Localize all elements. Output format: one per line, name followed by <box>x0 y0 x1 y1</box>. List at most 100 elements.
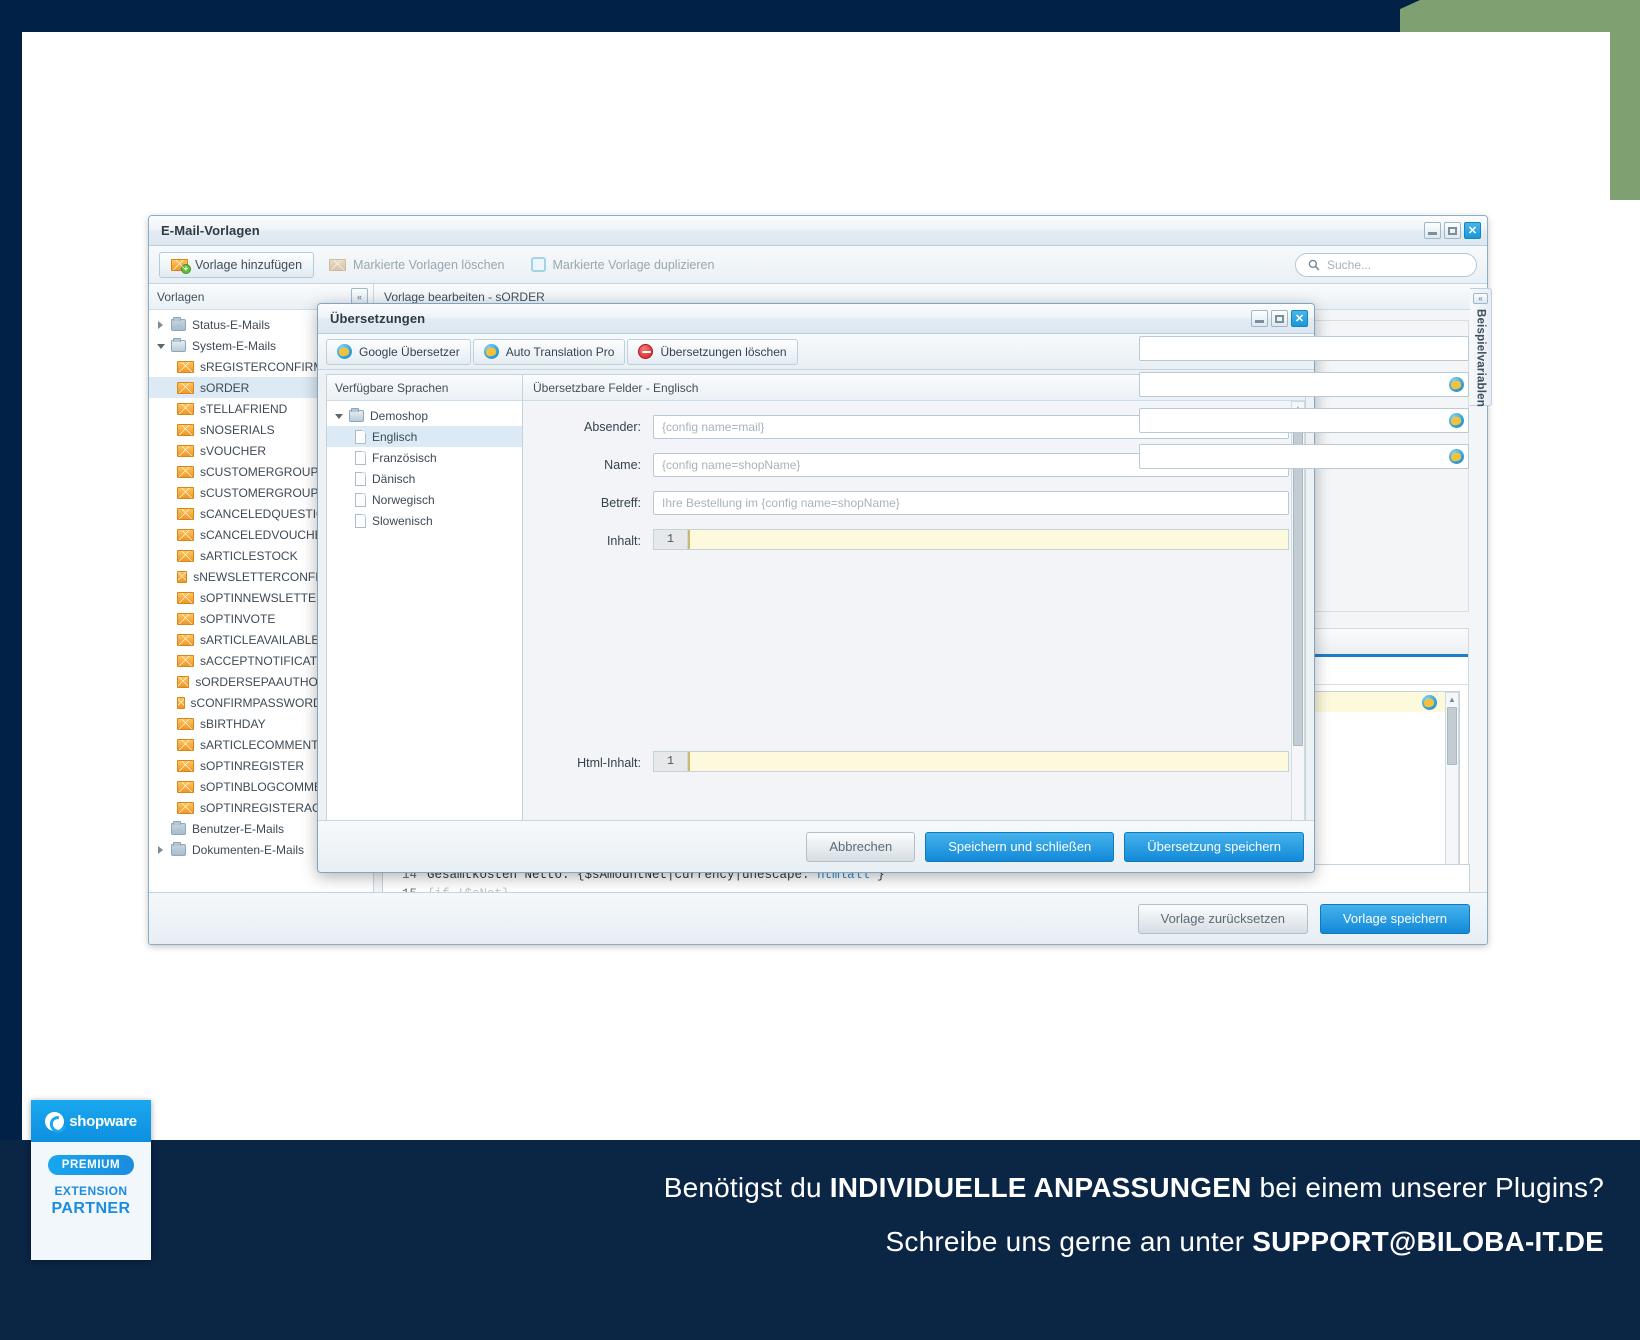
main-window-footer: Vorlage zurücksetzen Vorlage speichern <box>149 892 1487 944</box>
globe-icon <box>337 344 352 359</box>
editor-active-line <box>688 752 1288 771</box>
example-variables-label: Beispielvariablen <box>1474 309 1487 407</box>
shopware-partner-badge: shopware PREMIUM EXTENSION PARTNER <box>31 1100 151 1260</box>
field-row: Betreff: Ihre Bestellung im {config name=… <box>523 491 1289 515</box>
example-variables-tab[interactable]: « Beispielvariablen <box>1470 288 1492 407</box>
chevron-right-icon[interactable] <box>157 320 165 329</box>
mail-icon <box>177 591 194 604</box>
editor-text-area[interactable] <box>688 752 1288 771</box>
field-input[interactable]: Ihre Bestellung im {config name=shopName… <box>653 491 1289 515</box>
language-item[interactable]: Norwegisch <box>327 489 522 510</box>
close-icon[interactable]: ✕ <box>1464 222 1481 239</box>
mail-icon <box>177 717 194 730</box>
tree-item-label: sCANCELEDVOUCHER <box>200 527 332 542</box>
mail-icon <box>177 507 194 520</box>
mail-icon <box>177 423 194 436</box>
detail-field-translatable[interactable] <box>1139 372 1469 397</box>
mail-icon <box>177 402 194 415</box>
folder-open-icon <box>171 337 186 352</box>
banner-line1-post: bei einem unserer Plugins? <box>1251 1172 1604 1203</box>
banner-white-strip <box>22 1132 1610 1140</box>
detail-field-translatable[interactable] <box>1139 408 1469 433</box>
search-input[interactable]: Suche... <box>1295 252 1477 277</box>
mail-icon <box>177 612 194 625</box>
scroll-up-icon[interactable]: ▲ <box>1446 693 1458 706</box>
add-template-button[interactable]: + Vorlage hinzufügen <box>159 251 315 278</box>
save-template-button[interactable]: Vorlage speichern <box>1319 903 1470 934</box>
chevron-down-icon[interactable] <box>335 412 343 420</box>
tree-item-label: Benutzer-E-Mails <box>192 821 285 836</box>
folder-open-icon <box>349 407 364 422</box>
mail-icon <box>177 801 194 814</box>
globe-icon[interactable] <box>1449 449 1464 464</box>
minimize-icon[interactable] <box>1424 222 1441 239</box>
chevron-down-icon[interactable] <box>157 342 165 350</box>
template-detail-title: Vorlage bearbeiten - sORDER <box>384 289 545 304</box>
detail-field-row <box>392 444 1469 469</box>
main-window-titlebar: E-Mail-Vorlagen ✕ <box>149 216 1487 246</box>
globe-icon[interactable] <box>1449 377 1464 392</box>
banner-line2-pre: Schreibe uns gerne an unter <box>885 1226 1253 1257</box>
decorative-navy-notch <box>1350 0 1420 32</box>
language-item[interactable]: Dänisch <box>327 468 522 489</box>
shopware-mark-icon <box>45 1111 65 1131</box>
restore-icon[interactable] <box>1444 222 1461 239</box>
document-icon <box>355 450 366 465</box>
editor-row: Inhalt: 1 <box>523 529 1289 737</box>
tree-item-label: System-E-Mails <box>192 338 277 353</box>
duplicate-template-button[interactable]: Markierte Vorlage duplizieren <box>520 252 726 278</box>
expand-variables-icon[interactable]: « <box>1473 293 1488 304</box>
save-and-close-button[interactable]: Speichern und schließen <box>925 831 1115 862</box>
mail-icon <box>177 381 194 394</box>
duplicate-icon <box>530 257 546 272</box>
mail-icon <box>177 444 194 457</box>
globe-icon[interactable] <box>1422 694 1437 710</box>
editor-gutter: 1 <box>654 530 688 549</box>
mail-icon <box>177 780 194 793</box>
tree-item-label: sARTICLEAVAILABLE <box>200 632 320 647</box>
mail-icon <box>177 675 190 688</box>
mail-icon <box>177 549 194 562</box>
detail-field-translatable[interactable] <box>1139 444 1469 469</box>
shopware-logo: shopware <box>31 1100 151 1142</box>
mail-delete-icon <box>329 258 347 271</box>
language-item-label: Slowenisch <box>372 513 433 528</box>
tree-item-label: sOPTINNEWSLETTER <box>200 590 325 605</box>
partner-badge-body: PREMIUM EXTENSION PARTNER <box>31 1142 151 1218</box>
globe-icon[interactable] <box>1449 413 1464 428</box>
main-toolbar: + Vorlage hinzufügen Markierte Vorlagen … <box>149 246 1487 284</box>
chevron-right-icon[interactable] <box>157 845 165 854</box>
tree-item-label: sNOSERIALS <box>200 422 275 437</box>
language-item-label: Dänisch <box>372 471 416 486</box>
mail-icon <box>177 360 194 373</box>
mail-icon <box>177 486 194 499</box>
tree-item-label: sORDER <box>200 380 250 395</box>
document-icon <box>355 471 366 486</box>
search-icon <box>1308 259 1320 270</box>
editor-label: Inhalt: <box>606 534 641 548</box>
banner-line1-strong: INDIVIDUELLE ANPASSUNGEN <box>829 1172 1252 1203</box>
tree-arrow-spacer <box>157 825 165 833</box>
templates-tree-title: Vorlagen <box>157 289 205 304</box>
tree-item-label: sTELLAFRIEND <box>200 401 288 416</box>
delete-templates-button[interactable]: Markierte Vorlagen löschen <box>318 252 515 278</box>
promo-banner: shopware PREMIUM EXTENSION PARTNER Benöt… <box>0 1100 1640 1340</box>
code-editor[interactable]: 1 <box>653 751 1289 772</box>
tree-item-label: sARTICLECOMMENT <box>200 737 319 752</box>
detail-field-plain[interactable] <box>1139 336 1469 361</box>
search-placeholder: Suche... <box>1327 257 1372 272</box>
save-translation-button[interactable]: Übersetzung speichern <box>1124 831 1304 862</box>
language-item[interactable]: Slowenisch <box>327 510 522 531</box>
folder-icon <box>171 820 186 835</box>
editor-vertical-scrollbar[interactable]: ▲ ▼ <box>1445 692 1459 875</box>
code-editor[interactable]: 1 <box>653 529 1289 550</box>
reset-template-button[interactable]: Vorlage zurücksetzen <box>1137 903 1308 934</box>
translations-footer: Abbrechen Speichern und schließen Überse… <box>318 820 1314 872</box>
mail-icon <box>177 633 194 646</box>
cancel-button[interactable]: Abbrechen <box>806 831 916 862</box>
editor-text-area[interactable] <box>688 530 1288 549</box>
tree-item-label: Dokumenten-E-Mails <box>192 842 305 857</box>
premium-badge: PREMIUM <box>47 1155 135 1175</box>
decorative-navy-top-bar <box>0 0 1400 32</box>
mail-icon <box>177 759 194 772</box>
